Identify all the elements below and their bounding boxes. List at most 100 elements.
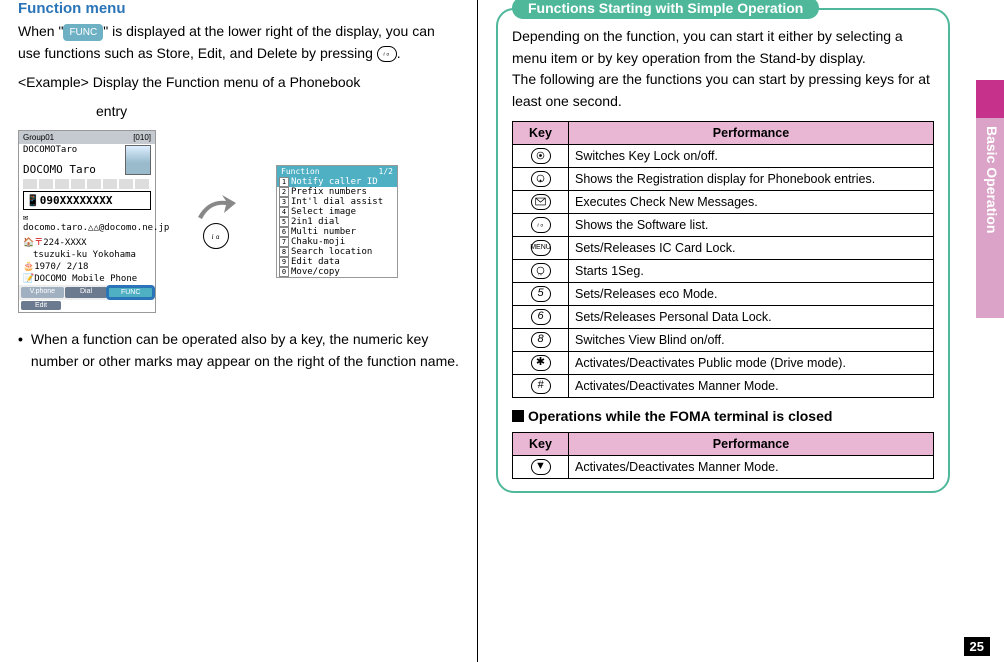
bullet-dot-icon: •	[18, 329, 23, 372]
side-tab-accent	[976, 80, 1004, 118]
svg-text:i: i	[212, 232, 214, 241]
ps-email-text: docomo.taro.△△@docomo.ne.jp	[23, 223, 169, 233]
table-row: Shows the Registration display for Phone…	[513, 167, 934, 190]
softkey-vphone: V.phone	[21, 287, 64, 298]
down-ring-key-icon	[531, 171, 551, 187]
svg-text:α: α	[216, 235, 220, 241]
func-item-label: 2in1 dial	[291, 217, 340, 227]
perf-cell: Activates/Deactivates Manner Mode.	[569, 374, 934, 397]
closed-heading: Operations while the FOMA terminal is cl…	[512, 408, 934, 424]
arrow-with-key: iα	[196, 195, 236, 249]
table-row: ▼ Activates/Deactivates Manner Mode.	[513, 455, 934, 478]
th-key: Key	[513, 121, 569, 144]
svg-text:TV: TV	[538, 273, 543, 277]
key-cell: MENU	[513, 236, 569, 259]
para1-c: .	[397, 45, 401, 61]
ps-postal-text: 224-XXXX	[43, 238, 86, 248]
ps-email: ✉docomo.taro.△△@docomo.ne.jp	[19, 212, 155, 234]
func-item-label: Prefix numbers	[291, 187, 367, 197]
func-item-num: 7	[279, 237, 289, 247]
closed-heading-text: Operations while the FOMA terminal is cl…	[528, 408, 832, 424]
side-tab: Basic Operation	[976, 80, 1004, 340]
table-row: Switches Key Lock on/off.	[513, 144, 934, 167]
key-cell: 5	[513, 282, 569, 305]
func-item-num: 0	[279, 267, 289, 277]
func-item-num: 1	[279, 177, 289, 187]
th-perf-2: Performance	[569, 432, 934, 455]
func-item-label: Search location	[291, 247, 372, 257]
func-item-num: 9	[279, 257, 289, 267]
th-key-2: Key	[513, 432, 569, 455]
center-dot-key-icon	[531, 148, 551, 164]
ps-number-text: 090XXXXXXXX	[40, 194, 113, 207]
example-line-b: entry	[18, 101, 459, 122]
perf-cell: Switches View Blind on/off.	[569, 328, 934, 351]
callout-title: Functions Starting with Simple Operation	[512, 0, 819, 19]
function-menu-item: 1Notify caller ID	[277, 177, 397, 187]
perf-cell: Sets/Releases Personal Data Lock.	[569, 305, 934, 328]
ps-group: Group01	[23, 133, 54, 142]
ps-count: [010]	[133, 133, 151, 142]
ps-bday: 🎂1970/ 2/18	[19, 261, 155, 273]
key-cell: ▼	[513, 455, 569, 478]
ps-number: 📱090XXXXXXXX	[23, 191, 151, 210]
para1-a: When "	[18, 23, 63, 39]
phonebook-screenshot: Group01[010] DOCOMOTaro DOCOMO Taro 📱090…	[18, 130, 156, 313]
func-item-num: 5	[279, 217, 289, 227]
key-cell: 6	[513, 305, 569, 328]
function-menu-item: 7Chaku-moji	[277, 237, 397, 247]
perf-cell: Starts 1Seg.	[569, 259, 934, 282]
key-cell	[513, 190, 569, 213]
star-key-icon: ✱	[531, 355, 551, 371]
heading-function-menu: Function menu	[18, 0, 459, 17]
i-alpha-key-icon: iα	[377, 46, 397, 62]
table-row: 5Sets/Releases eco Mode.	[513, 282, 934, 305]
screenshot-row: Group01[010] DOCOMOTaro DOCOMO Taro 📱090…	[18, 130, 459, 313]
function-menu-item: 3Int'l dial assist	[277, 197, 397, 207]
i-alpha-key-icon: iα	[531, 217, 551, 233]
ps-memo-text: DOCOMO Mobile Phone	[34, 274, 137, 284]
table-row: 6Sets/Releases Personal Data Lock.	[513, 305, 934, 328]
func-item-num: 6	[279, 227, 289, 237]
svg-text:i: i	[383, 52, 385, 58]
perf-cell: Switches Key Lock on/off.	[569, 144, 934, 167]
example-line-a: <Example> Display the Function menu of a…	[18, 72, 459, 93]
table-row: MENUSets/Releases IC Card Lock.	[513, 236, 934, 259]
callout-p2: The following are the functions you can …	[512, 69, 934, 112]
swoosh-arrow-icon	[196, 195, 236, 221]
table-row: iαShows the Software list.	[513, 213, 934, 236]
side-tab-label: Basic Operation	[976, 118, 1004, 318]
softkey-func: FUNC	[108, 287, 153, 298]
table-row: #Activates/Deactivates Manner Mode.	[513, 374, 934, 397]
key-cell	[513, 167, 569, 190]
page-number: 25	[964, 637, 990, 656]
func-item-label: Chaku-moji	[291, 237, 345, 247]
menu-key-icon: MENU	[531, 240, 551, 256]
table-row: TV Starts 1Seg.	[513, 259, 934, 282]
svg-text:α: α	[541, 223, 544, 228]
perf-cell: Sets/Releases eco Mode.	[569, 282, 934, 305]
func-item-label: Notify caller ID	[291, 177, 378, 187]
tv-key-icon: TV	[531, 263, 551, 279]
key-performance-table: Key Performance Switches Key Lock on/off…	[512, 121, 934, 398]
func-item-num: 3	[279, 197, 289, 207]
paragraph-func-intro: When "FUNC" is displayed at the lower ri…	[18, 21, 459, 64]
icon-row-placeholder	[23, 179, 151, 189]
callout-simple-operation: Functions Starting with Simple Operation…	[496, 8, 950, 493]
fs-page: 1/2	[379, 167, 393, 176]
ps-bday-text: 1970/ 2/18	[34, 262, 88, 272]
callout-p1: Depending on the function, you can start…	[512, 26, 934, 69]
func-item-num: 4	[279, 207, 289, 217]
func-item-label: Int'l dial assist	[291, 197, 383, 207]
vol-down-key-icon: ▼	[531, 459, 551, 475]
mail-key-icon	[531, 194, 551, 210]
func-item-num: 2	[279, 187, 289, 197]
key-cell: 8	[513, 328, 569, 351]
function-menu-screenshot: Function1/2 1Notify caller ID2Prefix num…	[276, 165, 398, 278]
th-perf: Performance	[569, 121, 934, 144]
func-item-num: 8	[279, 247, 289, 257]
key-cell: ✱	[513, 351, 569, 374]
perf-cell: Activates/Deactivates Manner Mode.	[569, 455, 934, 478]
svg-text:i: i	[537, 223, 539, 229]
function-menu-item: 9Edit data	[277, 257, 397, 267]
